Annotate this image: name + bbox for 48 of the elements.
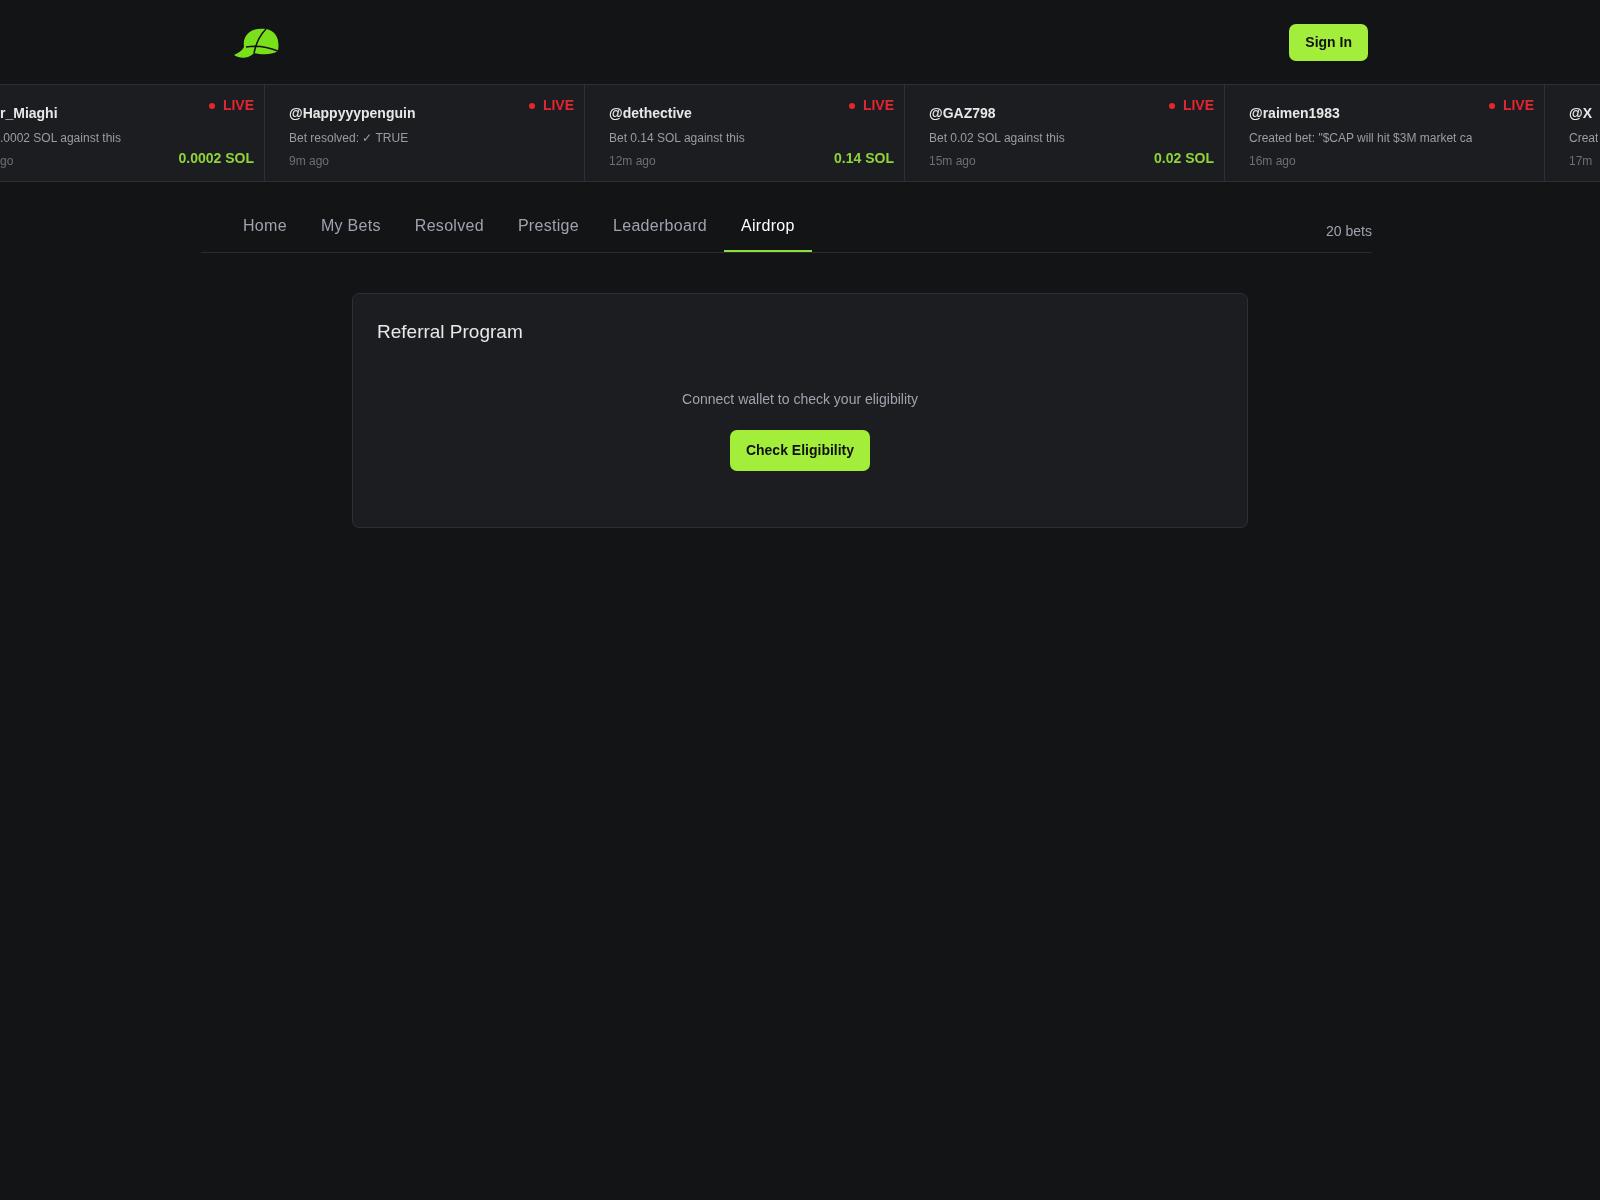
nav-tab[interactable]: Airdrop xyxy=(724,204,812,252)
ticker-activity: Bet 0.02 SOL against this xyxy=(929,130,1065,147)
sign-in-button[interactable]: Sign In xyxy=(1289,23,1368,61)
ticker-card[interactable]: LIVE @raimen1983 Created bet: "$CAP will hit $3M market ca 16m ago xyxy=(1225,85,1545,181)
ticker-amount: 0.0002 SOL xyxy=(178,149,254,168)
ticker-activity: .0002 SOL against this xyxy=(0,130,121,147)
bet-count: 20 bets xyxy=(1326,222,1372,241)
live-dot-icon xyxy=(528,103,535,110)
ticker-username: @Happyyypenguin xyxy=(289,104,416,123)
live-label: LIVE xyxy=(1182,97,1214,113)
nav-tab[interactable]: Leaderboard xyxy=(596,204,725,252)
ticker-activity: Bet 0.14 SOL against this xyxy=(609,130,745,147)
ticker-username: @GAZ798 xyxy=(929,104,996,123)
live-label: LIVE xyxy=(222,97,254,113)
live-dot-icon xyxy=(1488,103,1495,110)
ticker-time: 16m ago xyxy=(1249,153,1296,170)
ticker-card[interactable]: LIVE @Happyyypenguin Bet resolved: ✓ TRUE 9m ago xyxy=(265,85,585,181)
ticker-amount: 0.14 SOL xyxy=(834,149,894,168)
live-label: LIVE xyxy=(862,97,894,113)
ticker-username: r_Miaghi xyxy=(0,104,58,123)
ticker-card[interactable]: LIVE @dethective Bet 0.14 SOL against this 12m ago 0.14 SOL xyxy=(585,85,905,181)
ticker-time: 12m ago xyxy=(609,153,656,170)
ticker-time: 15m ago xyxy=(929,153,976,170)
ticker-username: @raimen1983 xyxy=(1249,104,1340,123)
ticker-time: 9m ago xyxy=(289,153,330,170)
nav-tab[interactable]: Home xyxy=(226,204,304,252)
ticker-card[interactable]: LIVE @GAZ798 Bet 0.02 SOL against this 15m ago 0.02 SOL xyxy=(905,85,1225,181)
ticker-time: 17m xyxy=(1569,153,1593,170)
nav-tab[interactable]: Prestige xyxy=(500,204,596,252)
nav-tab[interactable]: My Bets xyxy=(303,204,398,252)
ticker-activity: Created bet: "$CAP will hit $3M market ca xyxy=(1249,130,1473,147)
ticker-activity: Bet resolved: ✓ TRUE xyxy=(289,130,409,147)
ticker-username: @dethective xyxy=(609,104,692,123)
panel-title: Referral Program xyxy=(377,320,524,344)
nav-tab[interactable]: Resolved xyxy=(397,204,501,252)
ticker-time: go xyxy=(0,153,14,170)
live-dot-icon xyxy=(1168,103,1175,110)
live-label: LIVE xyxy=(542,97,574,113)
live-label: LIVE xyxy=(1502,97,1534,113)
live-dot-icon xyxy=(208,103,215,110)
ticker-card[interactable]: @X Creat 17m xyxy=(1545,85,1600,181)
check-eligibility-button[interactable]: Check Eligibility xyxy=(729,429,871,471)
ticker-card[interactable]: LIVE r_Miaghi .0002 SOL against this go 0.0002 SOL xyxy=(0,85,265,181)
ticker-username: @X xyxy=(1569,104,1592,123)
ticker-amount: 0.02 SOL xyxy=(1154,149,1214,168)
eligibility-message: Connect wallet to check your eligibility xyxy=(681,389,919,409)
ticker-activity: Creat xyxy=(1569,130,1599,147)
live-dot-icon xyxy=(848,103,855,110)
